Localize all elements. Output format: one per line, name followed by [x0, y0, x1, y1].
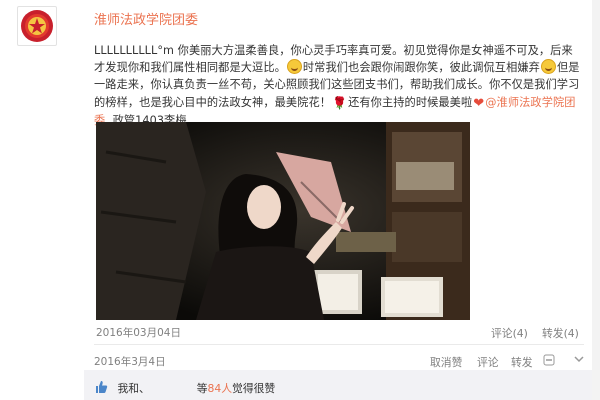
like-row: 我和、 等84人觉得很赞	[94, 380, 275, 396]
divider	[94, 344, 584, 345]
comment-button[interactable]: 评论	[477, 354, 499, 370]
like-count[interactable]: 84人	[208, 382, 233, 395]
original-post-date[interactable]: 2016年03月04日	[96, 325, 181, 340]
post-date[interactable]: 2016年3月4日	[94, 354, 166, 369]
youth-league-emblem-icon	[21, 10, 53, 42]
avatar[interactable]	[17, 6, 57, 46]
post-text: LLLLLLLLLL°m 你美丽大方温柔善良，你心灵手巧率真可爱。初见觉得你是女…	[94, 42, 582, 129]
more-icon[interactable]	[543, 354, 555, 366]
rose-emoji-icon: 🌹	[332, 95, 348, 110]
repost-button[interactable]: 转发	[511, 354, 533, 370]
like-suffix: 觉得很赞	[232, 382, 276, 395]
unfavorite-button[interactable]: 取消赞	[430, 354, 462, 370]
laugh-emoji-icon	[286, 59, 302, 75]
heart-emoji-icon: ❤	[473, 95, 485, 111]
original-repost-button[interactable]: 转发(4)	[542, 325, 579, 341]
dropdown-icon[interactable]	[574, 354, 584, 366]
post-text-part-2: 时常我们也会跟你闹跟你笑，彼此调侃互相嫌弃	[302, 61, 540, 75]
post-text-part-4: 还有你主持的时候最美啦	[348, 95, 473, 109]
scrollbar[interactable]	[592, 0, 600, 400]
author-name[interactable]: 淮师法政学院团委	[94, 9, 198, 28]
photo-illustration	[96, 122, 470, 320]
laugh-emoji-icon	[540, 59, 556, 75]
like-separator: 等	[196, 382, 208, 395]
original-comment-button[interactable]: 评论(4)	[491, 325, 528, 341]
like-prefix[interactable]: 我和、	[117, 382, 149, 395]
thumbs-up-icon	[96, 381, 108, 393]
post-photo[interactable]	[96, 122, 470, 320]
